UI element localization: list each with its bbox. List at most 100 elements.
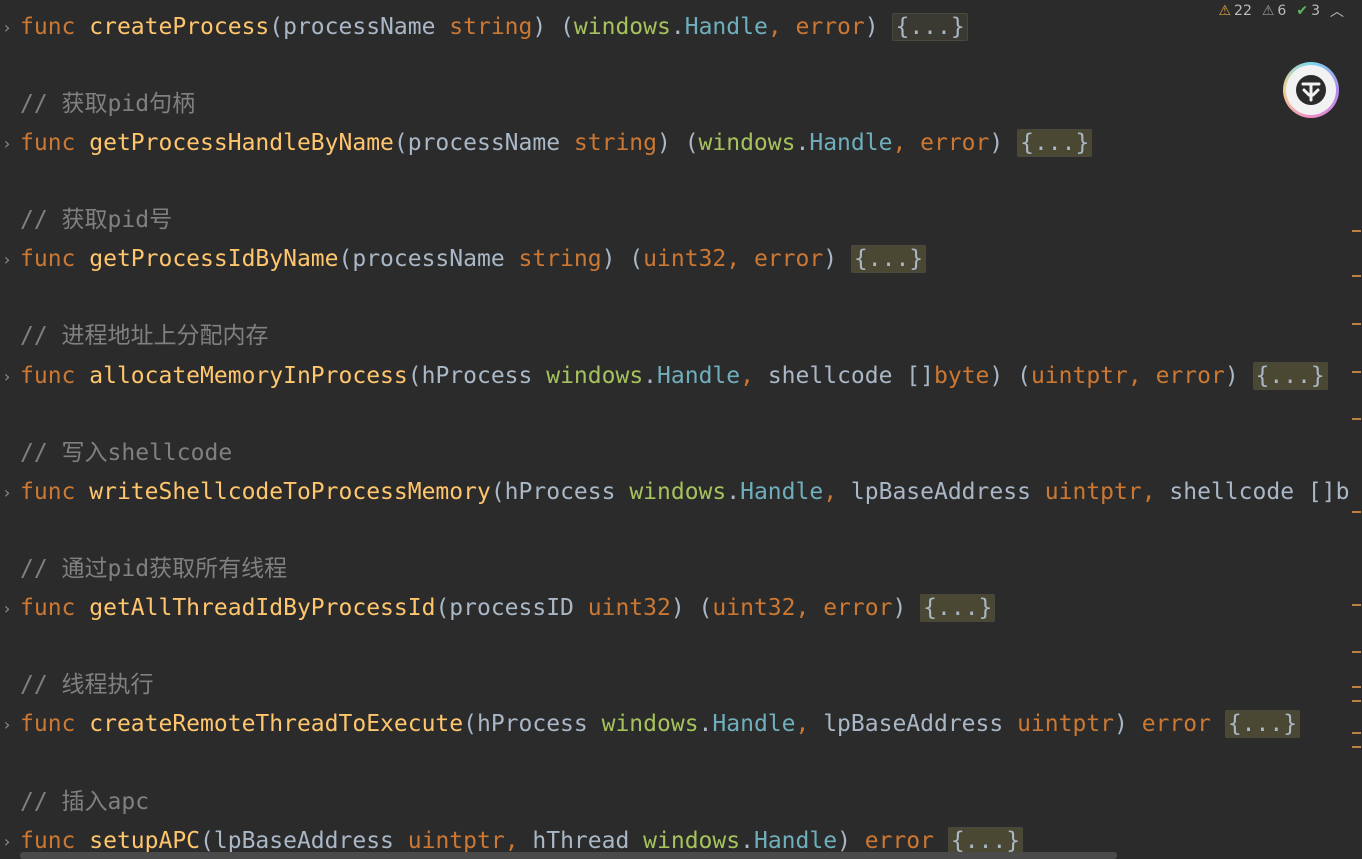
folded-block[interactable]: {...} [892,13,968,41]
punct: ) [823,246,851,272]
fold-toggle-icon[interactable]: › [0,244,14,274]
type-name: Handle [809,130,893,156]
folded-block[interactable]: {...} [850,245,927,273]
punct [934,828,948,854]
type-byte: byte [934,363,990,389]
comment-line: // 线程执行 [20,672,154,698]
horizontal-scrollbar[interactable] [20,852,1117,859]
type-name: Handle [712,711,796,737]
punct: ) [989,130,1018,156]
function-name: setupAPC [89,828,201,854]
code-line-getAllThreadIdByProcessId[interactable]: func getAllThreadIdByProcessId(processID… [20,593,996,623]
punct: , [795,595,824,621]
punct: ) ( [670,595,713,621]
warnings-label: 22 [1234,3,1252,19]
chevron-up-icon[interactable]: ︿ [1330,1,1344,21]
inspection-widget[interactable]: ⚠ 22 ⚠ 6 ✔ 3 ︿ [1218,0,1344,22]
fold-toggle-icon[interactable]: › [0,826,14,856]
code-line-getProcessIdByName[interactable]: func getProcessIdByName(processName stri… [20,244,927,274]
fold-toggle-icon[interactable]: › [0,709,14,739]
stripe-marker[interactable] [1352,732,1361,734]
stripe-marker[interactable] [1352,511,1361,513]
stripe-marker[interactable] [1352,604,1361,606]
package-name: windows [698,130,796,156]
folded-block[interactable]: {...} [1252,362,1328,390]
keyword: func [20,363,76,389]
code-line-getProcessHandleByName[interactable]: func getProcessHandleByName(processName … [20,128,1093,158]
code-editor[interactable]: › func createProcess(processName string)… [0,0,1362,859]
punct: ) [1224,363,1253,389]
stripe-marker[interactable] [1352,230,1361,232]
punct: , [1127,363,1156,389]
param-text: (hProcess [490,479,630,505]
stripe-marker[interactable] [1352,746,1361,748]
param-text: shellcode []b [1169,479,1350,505]
keyword: func [20,595,76,621]
type-string: string [449,14,533,40]
weak-warnings-count[interactable]: ⚠ 6 [1262,3,1286,19]
fold-toggle-icon[interactable]: › [0,128,14,158]
punct: ) ( [657,130,699,156]
keyword: func [20,711,76,737]
code-line-allocateMemoryInProcess[interactable]: func allocateMemoryInProcess(hProcess wi… [20,361,1328,391]
punct: . [643,363,658,389]
folded-block[interactable]: {...} [947,827,1024,855]
comment-line: // 通过pid获取所有线程 [20,556,288,582]
function-name: createRemoteThreadToExecute [89,711,464,737]
package-name: windows [546,363,644,389]
stripe-marker[interactable] [1352,323,1361,325]
stripe-marker[interactable] [1352,371,1361,373]
warnings-count[interactable]: ⚠ 22 [1218,3,1251,19]
comment-line: // 插入apc [20,789,150,815]
function-name: getProcessHandleByName [89,130,394,156]
keyword: func [20,828,76,854]
param-text: (lpBaseAddress [200,828,408,854]
code-line-writeShellcodeToProcessMemory[interactable]: func writeShellcodeToProcessMemory(hProc… [20,477,1349,507]
stripe-marker[interactable] [1352,686,1361,688]
fold-toggle-icon[interactable]: › [0,12,14,42]
stripe-marker[interactable] [1352,651,1361,653]
punct: , [504,828,533,854]
type-error: error [864,828,935,854]
fold-toggle-icon[interactable]: › [0,477,14,507]
fold-toggle-icon[interactable]: › [0,361,14,391]
stripe-marker[interactable] [1352,700,1361,702]
punct: , [795,711,824,737]
keyword: func [20,479,76,505]
param-text: (hProcess [463,711,602,737]
punct: , [892,130,921,156]
code-line-createProcess[interactable]: func createProcess(processName string) (… [20,12,968,42]
ai-assistant-icon [1286,65,1336,115]
punct: ) [892,595,921,621]
punct: . [698,711,713,737]
punct: . [670,14,685,40]
folded-block[interactable]: {...} [1224,710,1301,738]
weak-warnings-label: 6 [1277,3,1287,19]
punct: , [767,14,796,40]
folded-block[interactable]: {...} [920,594,996,622]
function-name: writeShellcodeToProcessMemory [89,479,491,505]
ai-assistant-button[interactable] [1283,62,1339,118]
punct: ) [864,14,893,40]
punct: , [823,479,851,505]
fold-toggle-icon[interactable]: › [0,593,14,623]
comment-line: // 进程地址上分配内存 [20,323,269,349]
typos-count[interactable]: ✔ 3 [1296,3,1320,19]
param-text: (processID [435,595,588,621]
stripe-marker[interactable] [1352,275,1361,277]
stripe-marker[interactable] [1352,418,1361,420]
weak-warning-icon: ⚠ [1261,3,1275,19]
error-stripe[interactable] [1350,0,1362,859]
type-error: error [1141,711,1211,737]
type-string: string [573,130,657,156]
punct: ) [837,828,865,854]
param-text: hThread [532,828,644,854]
comment-line: // 获取pid号 [20,207,173,233]
package-name: windows [629,479,727,505]
keyword: func [20,14,76,40]
code-line-createRemoteThreadToExecute[interactable]: func createRemoteThreadToExecute(hProces… [20,709,1301,739]
keyword: func [20,246,76,272]
folded-block[interactable]: {...} [1017,129,1093,157]
warning-icon: ⚠ [1218,3,1232,19]
type-error: error [920,130,990,156]
